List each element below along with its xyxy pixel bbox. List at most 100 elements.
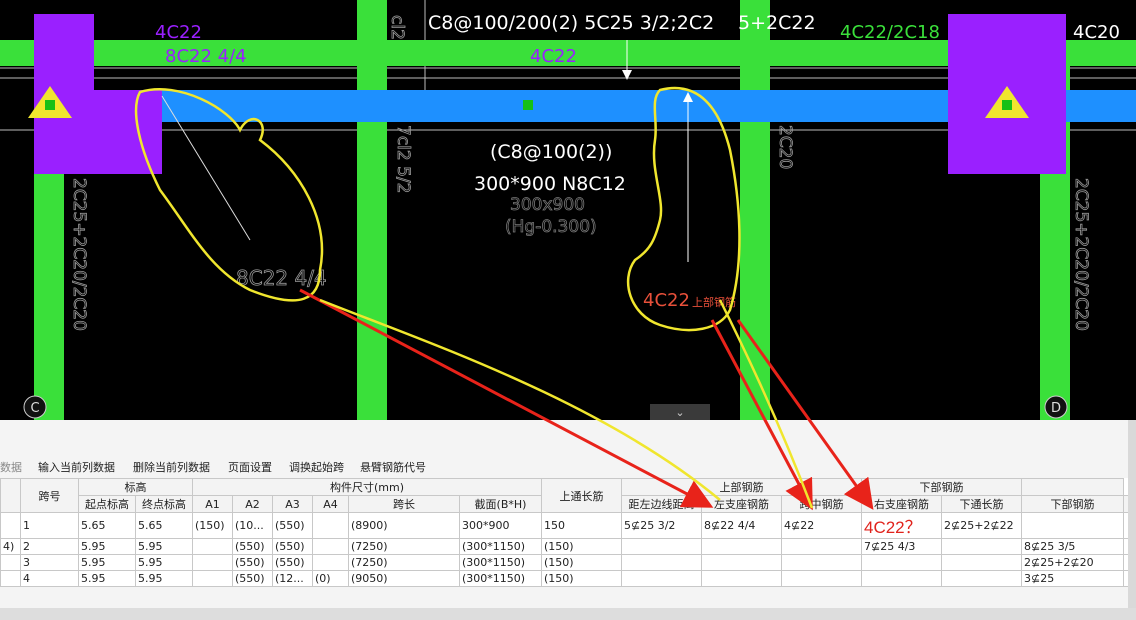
cell-bottom-rebar[interactable]: 2⊈25+2⊈20 <box>1021 554 1124 571</box>
header-length: 跨长 <box>348 495 460 513</box>
label-left-col: 2C25+2C20/2C20 <box>69 178 89 331</box>
table-row[interactable]: 4 5.95 5.95 (550) (12... (0) (9050) (300*1150)(… <box>0 570 1129 587</box>
cell-right-support[interactable] <box>861 554 942 571</box>
cell-span-no[interactable]: 2 <box>20 538 79 555</box>
cell-end-elev[interactable]: 5.95 <box>135 554 193 571</box>
cell-length[interactable]: (7250) <box>348 538 460 555</box>
label-8c22: 8C22 4/4 <box>165 46 247 67</box>
label-4c22-mid: 4C22 <box>530 46 577 67</box>
cell-start-elev[interactable]: 5.95 <box>78 538 136 555</box>
cell-bottom-through[interactable] <box>941 538 1022 555</box>
header-mid-span: 跨中钢筋 <box>781 495 862 513</box>
label-2c20: 2C20 <box>775 125 795 169</box>
header-top-through: 上通长筋 <box>541 478 622 513</box>
cell-mid-span[interactable]: 4⊈22 <box>781 512 862 539</box>
cell-right-support[interactable]: 4C22？ <box>861 512 942 539</box>
cell-a1[interactable] <box>192 554 233 571</box>
table-row[interactable]: 1 5.65 5.65 (150) (10... (550) (8900) 300*900 15… <box>0 512 1129 539</box>
header-section: 截面(B*H) <box>459 495 542 513</box>
cell-top-through[interactable] <box>621 570 702 587</box>
header-span: 跨号 <box>20 478 79 513</box>
cell-span-no[interactable]: 1 <box>20 512 79 539</box>
cell-a4[interactable] <box>312 512 349 539</box>
cell-bottom-through[interactable] <box>941 554 1022 571</box>
cell-section[interactable]: (300*1150) <box>459 554 542 571</box>
cell-bottom-rebar[interactable]: 3⊈25 <box>1021 570 1124 587</box>
cell-a3[interactable]: (12... <box>272 570 313 587</box>
cad-drawing-canvas[interactable]: C D C8@100/200(2) 5C25 3/2;2C2 5+2C22 4C… <box>0 0 1136 420</box>
header-size: 构件尺寸(mm) <box>192 478 542 496</box>
cell-section[interactable]: 300*900 <box>459 512 542 539</box>
cell-mid-span[interactable] <box>781 554 862 571</box>
cell-mid-span[interactable] <box>781 570 862 587</box>
cell-span-no[interactable]: 3 <box>20 554 79 571</box>
cell-a3[interactable]: (550) <box>272 512 313 539</box>
toolbar-item-data[interactable]: 数据 <box>0 459 22 475</box>
cell-span-no[interactable]: 4 <box>20 570 79 587</box>
cell-end-elev[interactable]: 5.95 <box>135 570 193 587</box>
cell-left-offset[interactable]: (150) <box>541 554 622 571</box>
row-stub <box>0 554 21 571</box>
cell-left-offset[interactable]: 150 <box>541 512 622 539</box>
label-7cl2: 7cl2 5/2 <box>393 125 413 193</box>
cell-top-through[interactable] <box>621 538 702 555</box>
cell-a4[interactable]: (0) <box>312 570 349 587</box>
cell-section[interactable]: (300*1150) <box>459 570 542 587</box>
cell-end-elev[interactable]: 5.65 <box>135 512 193 539</box>
cell-length[interactable]: (8900) <box>348 512 460 539</box>
cell-bottom-through[interactable]: 2⊈25+2⊈22 <box>941 512 1022 539</box>
cell-mid-span[interactable] <box>781 538 862 555</box>
cell-left-support[interactable]: 8⊈22 4/4 <box>701 512 782 539</box>
cell-a3[interactable]: (550) <box>272 554 313 571</box>
cell-end-elev[interactable]: 5.95 <box>135 538 193 555</box>
cell-a4[interactable] <box>312 538 349 555</box>
app-window: C D C8@100/200(2) 5C25 3/2;2C2 5+2C22 4C… <box>0 0 1136 620</box>
support-marker <box>1002 100 1012 110</box>
cell-a1[interactable]: (150) <box>192 512 233 539</box>
table-row[interactable]: 4) 2 5.95 5.95 (550) (550) (7250) (300*1150) (15… <box>0 538 1129 555</box>
panel-scrollbar[interactable] <box>1128 420 1136 620</box>
beam-table-body: 1 5.65 5.65 (150) (10... (550) (8900) 300*900 15… <box>0 512 1129 587</box>
cell-top-through[interactable]: 5⊈25 3/2 <box>621 512 702 539</box>
cell-left-offset[interactable]: (150) <box>541 538 622 555</box>
cell-a3[interactable]: (550) <box>272 538 313 555</box>
column-box-left <box>34 14 94 174</box>
cell-left-support[interactable] <box>701 570 782 587</box>
header-a1: A1 <box>192 495 233 513</box>
cell-bottom-through[interactable] <box>941 570 1022 587</box>
table-left-stub-header <box>0 478 21 513</box>
cell-right-support[interactable] <box>861 570 942 587</box>
cell-a1[interactable] <box>192 538 233 555</box>
toolbar-item-input-column[interactable]: 输入当前列数据 <box>38 459 115 475</box>
property-panel: 数据 输入当前列数据 删除当前列数据 页面设置 调换起始跨 悬臂钢筋代号 跨号 … <box>0 420 1136 620</box>
cell-section[interactable]: (300*1150) <box>459 538 542 555</box>
toolbar-item-swap-span[interactable]: 调换起始跨 <box>289 459 344 475</box>
chevron-down-icon[interactable]: ⌄ <box>675 406 684 419</box>
toolbar-item-page-setup[interactable]: 页面设置 <box>228 459 272 475</box>
top-rebar-label-b: 5+2C22 <box>738 12 816 34</box>
cell-bottom-rebar[interactable] <box>1021 512 1124 539</box>
cell-left-support[interactable] <box>701 538 782 555</box>
cell-right-support[interactable]: 7⊈25 4/3 <box>861 538 942 555</box>
cell-a2[interactable]: (550) <box>232 538 273 555</box>
cell-start-elev[interactable]: 5.95 <box>78 570 136 587</box>
cell-left-support[interactable] <box>701 554 782 571</box>
table-row[interactable]: 3 5.95 5.95 (550) (550) (7250) (300*1150) (150)… <box>0 554 1129 571</box>
cell-length[interactable]: (7250) <box>348 554 460 571</box>
cell-start-elev[interactable]: 5.95 <box>78 554 136 571</box>
cell-a2[interactable]: (550) <box>232 554 273 571</box>
toolbar-item-cantilever-code[interactable]: 悬臂钢筋代号 <box>360 459 426 475</box>
cell-a2[interactable]: (550) <box>232 570 273 587</box>
toolbar-item-delete-column[interactable]: 删除当前列数据 <box>133 459 210 475</box>
header-right-support: 右支座钢筋 <box>861 495 942 513</box>
cell-a4[interactable] <box>312 554 349 571</box>
support-marker <box>45 100 55 110</box>
cell-top-through[interactable] <box>621 554 702 571</box>
cell-a1[interactable] <box>192 570 233 587</box>
cell-start-elev[interactable]: 5.65 <box>78 512 136 539</box>
label-cl2: cl2 <box>387 15 407 40</box>
cell-a2[interactable]: (10... <box>232 512 273 539</box>
cell-length[interactable]: (9050) <box>348 570 460 587</box>
cell-left-offset[interactable]: (150) <box>541 570 622 587</box>
cell-bottom-rebar[interactable]: 8⊈25 3/5 <box>1021 538 1124 555</box>
